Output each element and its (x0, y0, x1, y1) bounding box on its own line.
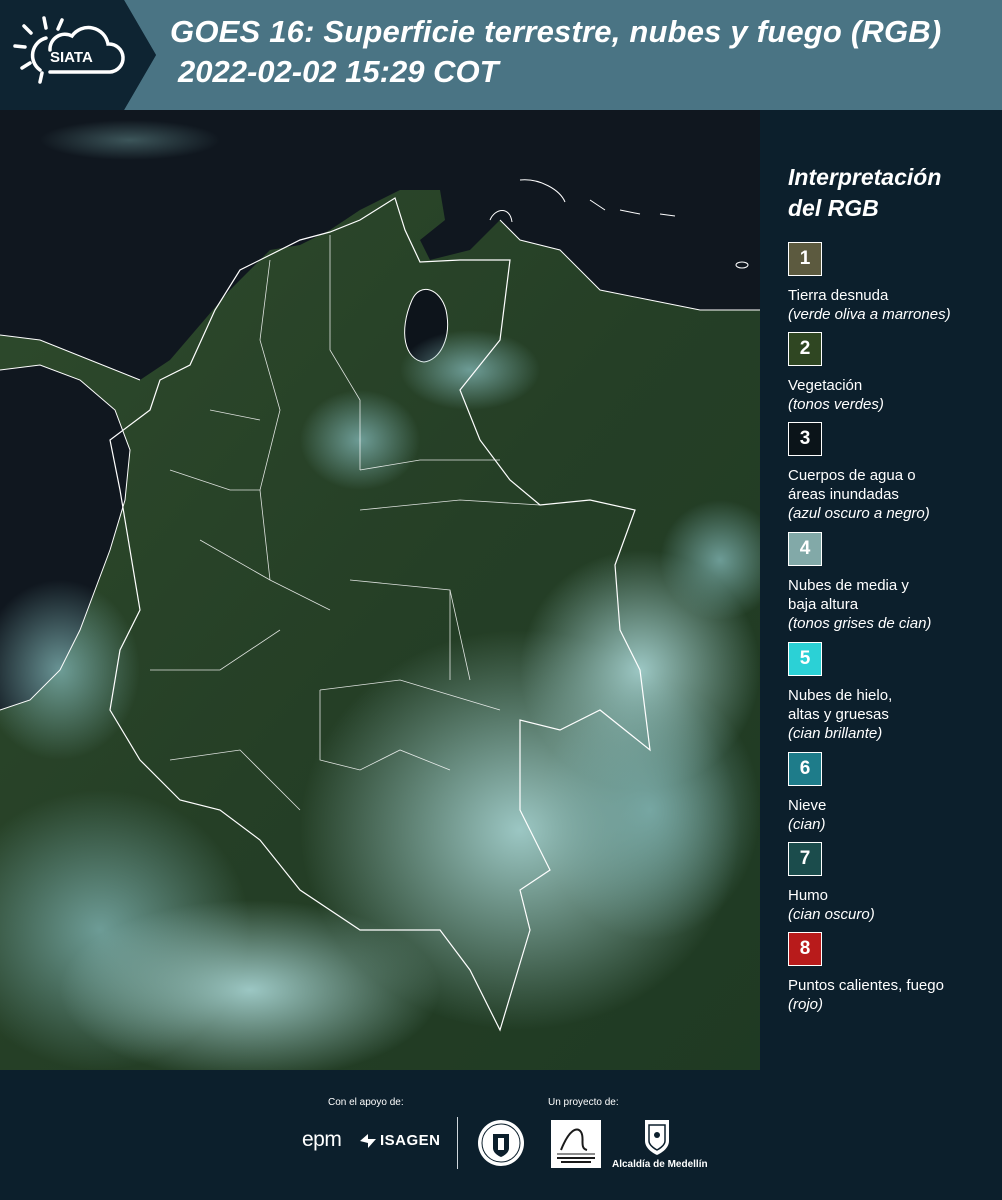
legend-item-8: 8 Puntos calientes, fuego (rojo) (788, 932, 998, 1014)
logo-text: SIATA (50, 49, 93, 66)
area-metropolitana-logo (551, 1120, 601, 1168)
siata-logo: SIATA (13, 16, 125, 84)
legend-label: Nieve (788, 797, 827, 814)
isagen-logo: ISAGEN (380, 1132, 441, 1149)
legend-description: (cian) (788, 816, 826, 833)
satellite-map (0, 110, 760, 1070)
legend-item-6: 6 Nieve (cian) (788, 752, 998, 834)
legend-label: Puntos calientes, fuego (788, 977, 944, 994)
legend-swatch: 1 (788, 242, 822, 276)
medellin-coat-of-arms-icon (645, 1120, 669, 1155)
legend-item-7: 7 Humo (cian oscuro) (788, 842, 998, 924)
page-title: GOES 16: Superficie terrestre, nubes y f… (170, 14, 942, 49)
legend-swatch: 3 (788, 422, 822, 456)
header: SIATA GOES 16: Superficie terrestre, nub… (0, 0, 1002, 110)
legend-description: (cian brillante) (788, 725, 883, 742)
legend-description: (rojo) (788, 996, 824, 1013)
legend-swatch: 6 (788, 752, 822, 786)
legend-swatch: 5 (788, 642, 822, 676)
support-caption: Con el apoyo de: (328, 1097, 404, 1108)
government-seal-icon (478, 1120, 524, 1166)
legend-swatch: 8 (788, 932, 822, 966)
legend-label: Cuerpos de agua o áreas inundadas (788, 467, 916, 503)
legend-title: Interpretación del RGB (788, 164, 942, 221)
legend-label: Humo (788, 887, 829, 904)
isagen-mark-icon (360, 1134, 376, 1148)
alcaldia-medellin-logo: Alcaldía de Medellín (612, 1159, 708, 1170)
legend-swatch: 4 (788, 532, 822, 566)
legend-item-2: 2 Vegetación (tonos verdes) (788, 332, 998, 414)
legend-label: Nubes de media y baja altura (788, 577, 909, 613)
project-caption: Un proyecto de: (548, 1097, 619, 1108)
legend-label: Nubes de hielo, altas y gruesas (788, 687, 893, 723)
legend-item-4: 4 Nubes de media y baja altura (tonos gris… (788, 532, 998, 633)
rgb-legend: Interpretación del RGB 1 Tierra desnuda (v… (760, 110, 1002, 1070)
legend-item-1: 1 Tierra desnuda (verde oliva a marrones) (788, 242, 998, 324)
image-timestamp: 2022-02-02 15:29 COT (178, 54, 499, 89)
legend-description: (azul oscuro a negro) (788, 505, 930, 522)
legend-label: Vegetación (788, 377, 863, 394)
epm-logo: epm (302, 1128, 342, 1151)
legend-description: (tonos verdes) (788, 396, 884, 413)
legend-swatch: 2 (788, 332, 822, 366)
legend-item-5: 5 Nubes de hielo, altas y gruesas (cian br… (788, 642, 998, 743)
legend-label: Tierra desnuda (788, 287, 889, 304)
legend-item-3: 3 Cuerpos de agua o áreas inundadas (azul … (788, 422, 998, 523)
legend-description: (cian oscuro) (788, 906, 875, 923)
legend-description: (tonos grises de cian) (788, 615, 932, 632)
footer-divider (457, 1117, 458, 1169)
footer: Con el apoyo de: Un proyecto de: epm ISA… (0, 1070, 1002, 1200)
satellite-rgb-image (0, 110, 760, 1070)
legend-description: (verde oliva a marrones) (788, 306, 951, 323)
legend-swatch: 7 (788, 842, 822, 876)
